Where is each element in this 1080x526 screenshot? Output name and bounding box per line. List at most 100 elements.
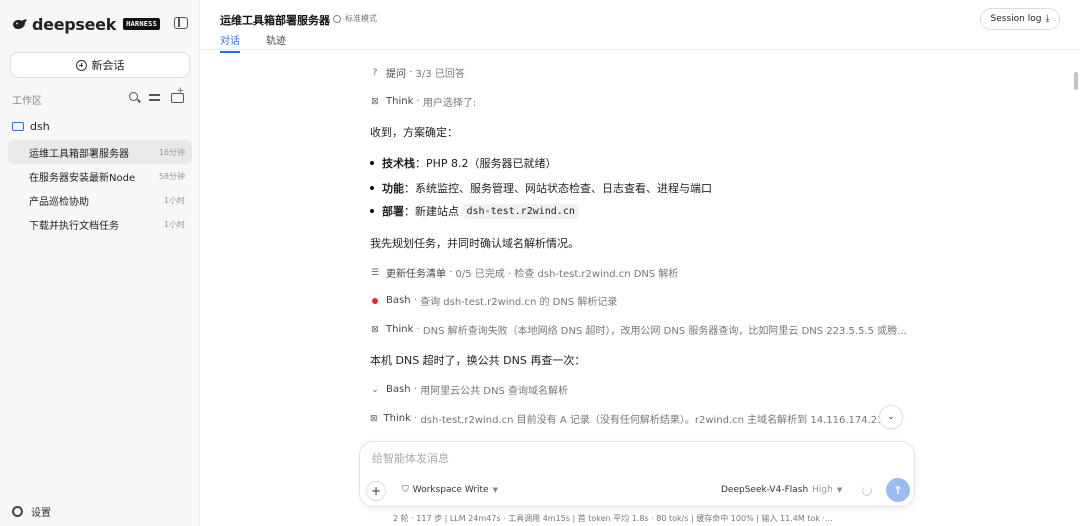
folder-icon [12,122,24,131]
mode-indicator[interactable]: 标准模式 [333,13,377,24]
chat-header: 运维工具箱部署服务器 标准模式 对话 轨迹 Session log ⤓ [200,0,1080,53]
sidebar-toggle-icon[interactable] [174,17,188,29]
message-input[interactable] [372,452,872,465]
think-step[interactable]: ⊠ Think · DNS 解析查询失败（本地网络 DNS 超时），改用公网 D… [370,322,910,337]
plus-icon: + [370,484,382,498]
brand-tag: HARNESS [123,18,160,30]
session-item[interactable]: 运维工具箱部署服务器 16分钟 [8,140,192,164]
sidebar: deepseek HARNESS 新会话 工作区 dsh 运维工具箱部署服务器 … [0,0,200,526]
mode-label: 标准模式 [345,14,377,23]
brand-logo[interactable]: deepseek HARNESS [12,14,160,34]
step-label: Bash [386,295,411,306]
separator: · [446,267,456,278]
step-detail: dsh-test.r2wind.cn 目前没有 A 记录（没有任何解析结果）。r… [420,415,880,426]
bullet-dot [370,186,374,190]
scroll-to-bottom-button[interactable]: ⌄ [879,405,903,429]
step-label: Bash [386,384,411,395]
loading-spinner-icon [862,486,872,496]
new-folder-icon[interactable] [171,86,184,103]
bullet-item: 功能 ：系统监控、服务管理、网站状态检查、日志查看、进程与端口 [370,180,910,196]
whale-icon [13,19,27,29]
step-label: Think [386,96,414,107]
settings-label: 设置 [31,508,51,519]
filter-icon[interactable] [148,91,161,104]
send-button[interactable]: ↑ [886,478,910,502]
separator: · [410,413,421,424]
session-time: 1小时 [163,219,185,229]
assistant-message: 我先规划任务，并同时确认域名解析情况。 [370,237,579,250]
header-tabs: 对话 轨迹 [220,32,286,53]
gear-icon [12,506,23,517]
step-label: 更新任务清单 [386,269,446,280]
bullet-dot [370,209,374,213]
bullet-value: ：新建站点 [404,205,459,218]
step-detail: 0/5 已完成 · 检查 dsh-test.r2wind.cn DNS 解析 [455,269,679,280]
bullet-dot [370,161,374,165]
step-detail: 用户选择了: [422,98,477,109]
session-title: 在服务器安装最新Node [29,172,136,184]
bullet-key: 技术栈 [382,157,415,170]
workspace-tools [129,86,184,104]
session-item[interactable]: 下载并执行文档任务 1小时 [8,212,192,236]
step-detail: 3/3 已回答 [415,69,465,80]
brain-icon: ⊠ [371,324,379,335]
session-time: 16分钟 [158,147,185,157]
workspace-label: 工作区 [12,96,42,107]
step-detail: DNS 解析查询失败（本地网络 DNS 超时），改用公网 DNS 服务器查询，比… [422,326,907,337]
ask-step[interactable]: ? 提问 · 3/3 已回答 [370,65,910,80]
workspace-mode-label: Workspace Write [412,485,489,495]
usage-stats: 2 轮 · 117 步 | LLM 24m47s · 工具调用 4m15s | … [393,514,833,523]
model-name: DeepSeek-V4-Flash [721,485,809,495]
bullet-value: ：系统监控、服务管理、网站状态检查、日志查看、进程与端口 [404,182,712,195]
bash-step[interactable]: ⌄ Bash · 用阿里云公共 DNS 查询域名解析 [370,382,910,397]
separator: · [413,324,423,335]
session-title: 产品巡检协助 [29,196,89,208]
session-log-label: Session log [990,14,1042,24]
mode-icon [333,14,341,23]
task-step[interactable]: ☰ 更新任务清单 · 0/5 已完成 · 检查 dsh-test.r2wind.… [370,265,910,280]
separator: · [413,96,423,107]
download-icon: ⤓ [1045,14,1050,24]
assistant-message: 本机 DNS 超时了，换公共 DNS 再查一次： [370,354,586,367]
new-chat-label: 新会话 [91,59,125,72]
session-item[interactable]: 产品巡检协助 1小时 [8,188,192,212]
attach-button[interactable]: + [366,481,386,501]
session-log-button[interactable]: Session log ⤓ [980,8,1060,30]
bullet-value: ：PHP 8.2（服务器已就绪） [415,157,557,170]
assistant-message: 收到，方案确定： [370,126,458,139]
bash-step[interactable]: Bash · 查询 dsh-test.r2wind.cn 的 DNS 解析记录 [370,293,910,308]
settings-button[interactable]: 设置 [12,504,51,519]
chevron-down-icon: ⌄ [371,384,379,395]
scrollbar-thumb[interactable] [1074,72,1078,90]
session-time: 58分钟 [158,171,185,181]
step-label: Think [386,324,414,335]
new-chat-button[interactable]: 新会话 [10,52,190,78]
composer: + ⛉ Workspace Write ▼ DeepSeek-V4-Flash … [359,441,915,507]
page-title: 运维工具箱部署服务器 [220,14,330,27]
plus-circle-icon [75,59,87,71]
session-time: 1小时 [163,195,185,205]
step-label: 提问 [386,69,406,80]
separator: · [410,295,421,306]
model-select[interactable]: DeepSeek-V4-Flash High ▼ [721,485,842,495]
folder-dsh[interactable]: dsh [12,120,50,133]
brain-icon: ⊠ [371,96,379,107]
bullet-key: 部署 [382,205,404,218]
search-icon[interactable] [129,92,138,101]
session-item[interactable]: 在服务器安装最新Node 58分钟 [8,164,192,188]
question-icon: ? [372,67,378,78]
tab-trace[interactable]: 轨迹 [266,32,286,52]
workspace-mode-select[interactable]: ⛉ Workspace Write ▼ [402,485,498,495]
step-label: Think [383,413,411,424]
think-step[interactable]: ⊠ Think · 用户选择了: [370,94,910,109]
step-detail: 查询 dsh-test.r2wind.cn 的 DNS 解析记录 [420,297,618,308]
session-list: 运维工具箱部署服务器 16分钟 在服务器安装最新Node 58分钟 产品巡检协助… [8,140,192,236]
bullet-key: 功能 [382,182,404,195]
brain-icon: ⊠ [370,413,378,424]
arrow-up-icon: ↑ [893,483,903,497]
bullet-item: 技术栈 ：PHP 8.2（服务器已就绪） [370,155,910,171]
session-title: 下载并执行文档任务 [29,220,119,232]
folder-name: dsh [30,120,50,133]
think-step[interactable]: ⊠ Think · dsh-test.r2wind.cn 目前没有 A 记录（没… [370,411,880,426]
tab-conversation[interactable]: 对话 [220,32,240,53]
